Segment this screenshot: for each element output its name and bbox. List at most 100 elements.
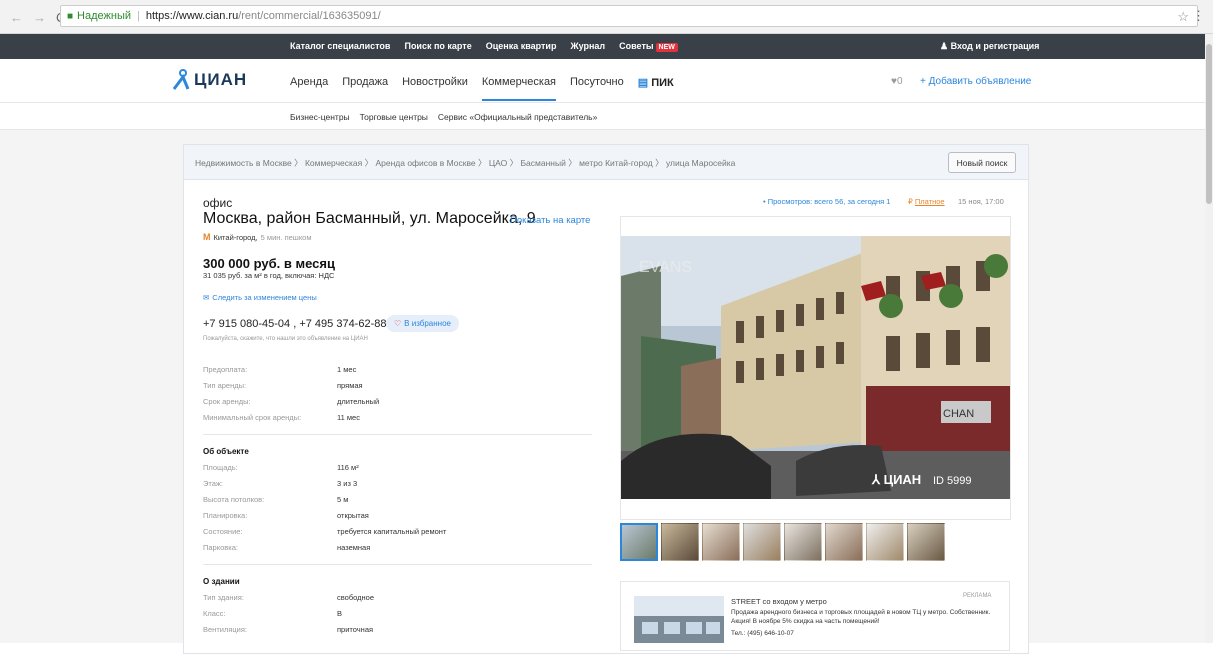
top-service-bar: Каталог специалистов Поиск по карте Оцен… [0,34,1213,59]
nav-daily[interactable]: Посуточно [570,76,624,101]
phone-numbers[interactable]: +7 915 080-45-04 , +7 495 374-62-88 [203,318,386,330]
metro-icon: M [203,232,211,242]
photo-sign-text: EVANS [639,259,692,276]
heart-outline-icon: ♡ [394,319,402,328]
object-value: открытая [337,511,369,520]
thumbnail[interactable] [702,523,740,561]
building-key: Вентиляция: [203,625,248,634]
term-key: Минимальный срок аренды: [203,413,302,422]
browser-menu-icon[interactable]: ⋮ [1192,8,1205,24]
listing-type: офис [203,196,233,210]
thumbnail[interactable] [866,523,904,561]
nav-commercial[interactable]: Коммерческая [481,76,557,101]
thumbnail[interactable] [620,523,658,561]
object-key: Состояние: [203,527,243,536]
building-value: приточная [337,625,374,634]
track-price-link[interactable]: ✉ Следить за изменением цены [203,293,317,302]
thumbnail[interactable] [661,523,699,561]
object-value: требуется капитальный ремонт [337,527,447,536]
forward-icon[interactable]: → [33,10,46,25]
main-photo[interactable]: CHAN EVANS [621,236,1010,499]
building-value: B [337,609,343,618]
thumbnail[interactable] [907,523,945,561]
object-key: Парковка: [203,543,238,552]
top-link-specialists[interactable]: Каталог специалистов [290,41,390,51]
thumbnail[interactable] [743,523,781,561]
building-section-title: О здании [203,577,240,586]
pik-label: ПИК [651,77,674,89]
nav-sale[interactable]: Продажа [342,76,388,101]
ad-text: Продажа арендного бизнеса и торговых пло… [731,609,991,625]
fav-count: 0 [896,76,903,87]
new-badge: NEW [655,43,678,52]
divider [203,564,592,565]
add-ad-link[interactable]: + Добавить объявление [920,76,1031,87]
nav-pik[interactable]: ▤ ПИК [638,76,674,101]
browser-toolbar: ← → C ■ Надежный | https://www.cian.ru /… [0,0,1213,34]
views-stats[interactable]: • Просмотров: всего 56, за сегодня 1 [763,197,890,206]
browser-nav-buttons: ← → C [10,10,65,25]
top-link-journal[interactable]: Журнал [570,41,605,51]
paid-label: Платное [914,197,945,206]
url-host: https://www.cian.ru [145,10,239,22]
lock-icon: ■ [67,10,74,22]
paid-badge: ₽ Платное [908,197,945,206]
main-nav: ЦИАН Аренда Продажа Новостройки Коммерче… [0,59,1213,103]
ad-title[interactable]: STREET со входом у метро [731,597,827,606]
subnav-official-rep[interactable]: Сервис «Официальный представитель» [438,112,597,122]
scrollbar-thumb[interactable] [1206,44,1212,204]
user-icon: ♟ [940,41,949,51]
please-mention-note: Пожалуйста, скажите, что нашли это объяв… [203,336,368,342]
ad-phone: Тел.: (495) 646-10-07 [731,630,794,637]
breadcrumb-text[interactable]: Недвижимость в Москве 〉 Коммерческая 〉 А… [195,157,735,169]
top-link-map-search[interactable]: Поиск по карте [404,41,471,51]
sub-nav-links: Бизнес-центры Торговые центры Сервис «Оф… [290,112,597,122]
bookmark-star-icon[interactable]: ☆ [1177,9,1189,25]
main-nav-links: Аренда Продажа Новостройки Коммерческая … [290,76,674,101]
thumbnail[interactable] [825,523,863,561]
login-link[interactable]: ♟ Вход и регистрация [940,41,1039,52]
price: 300 000 руб. в месяц [203,256,335,271]
ruble-icon: ₽ [908,197,913,206]
subnav-shopping-centers[interactable]: Торговые центры [360,112,428,122]
nav-rent[interactable]: Аренда [290,76,328,101]
photo-id: ID 5999 [933,475,972,487]
shop-sign-text: CHAN [943,408,974,420]
cian-logo[interactable]: ЦИАН [172,69,247,91]
building-key: Класс: [203,609,226,618]
ad-image[interactable] [634,596,724,643]
object-key: Высота потолков: [203,495,265,504]
object-key: Этаж: [203,479,224,488]
object-key: Площадь: [203,463,238,472]
favorites-label: В избранное [404,319,451,328]
photo-watermark: ⅄ ЦИАН [872,472,921,488]
subnav-business-centers[interactable]: Бизнес-центры [290,112,350,122]
page-scrollbar[interactable] [1205,34,1213,643]
listing-date: 15 ноя, 17:00 [958,197,1004,206]
back-icon[interactable]: ← [10,10,23,25]
breadcrumb: Недвижимость в Москве 〉 Коммерческая 〉 А… [184,145,1028,180]
term-key: Предоплата: [203,365,248,374]
top-link-tips[interactable]: Советы NEW [619,41,678,52]
show-map-link[interactable]: Показать на карте [510,215,590,226]
divider [203,434,592,435]
logo-text: ЦИАН [194,70,248,89]
metro-station[interactable]: Китай-город, [214,233,258,242]
street-photo: CHAN EVANS [621,236,1010,499]
building-value: свободное [337,593,374,602]
thumbnail[interactable] [784,523,822,561]
track-price-label: Следить за изменением цены [212,293,317,302]
url-path: /rent/commercial/163635091/ [238,10,381,22]
new-search-button[interactable]: Новый поиск [948,152,1016,173]
top-link-valuation[interactable]: Оценка квартир [486,41,557,51]
term-key: Срок аренды: [203,397,251,406]
nav-newbuild[interactable]: Новостройки [402,76,468,101]
top-link-tips-label: Советы [619,41,654,51]
add-to-favorites-button[interactable]: ♡ В избранное [386,315,459,332]
address-bar[interactable]: ■ Надежный | https://www.cian.ru /rent/c… [60,5,1198,27]
favorites-counter[interactable]: ♥0 [891,76,903,87]
logo-icon [172,69,190,90]
metro-info: M Китай-город, 5 мин. пешком [203,232,312,242]
term-value: длительный [337,397,380,406]
building-key: Тип здания: [203,593,244,602]
